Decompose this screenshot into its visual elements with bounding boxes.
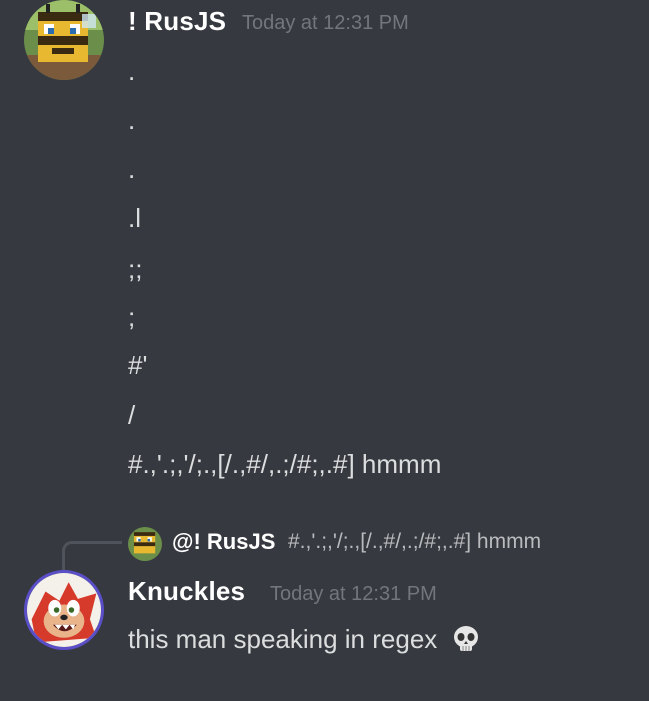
reply-preview-text[interactable]: #.,'.;,'/;.,[/.,#/,.;/#;,.#] hmmm	[288, 530, 541, 554]
skull-emoji-icon[interactable]	[451, 624, 481, 660]
message-content: this man speaking in regex	[128, 624, 481, 660]
author-name[interactable]: Knuckles	[128, 576, 245, 607]
bee-avatar-icon[interactable]	[128, 527, 162, 561]
message-timestamp[interactable]: Today at 12:31 PM	[270, 583, 437, 606]
message-knuckles: @! RusJS #.,'.;,'/;.,[/.,#/,.;/#;,.#] hm…	[0, 0, 649, 701]
reply-spine	[62, 541, 122, 571]
knuckles-avatar-icon[interactable]	[24, 570, 104, 650]
message-text: this man speaking in regex	[128, 624, 438, 654]
reply-mention[interactable]: @! RusJS	[172, 529, 275, 555]
